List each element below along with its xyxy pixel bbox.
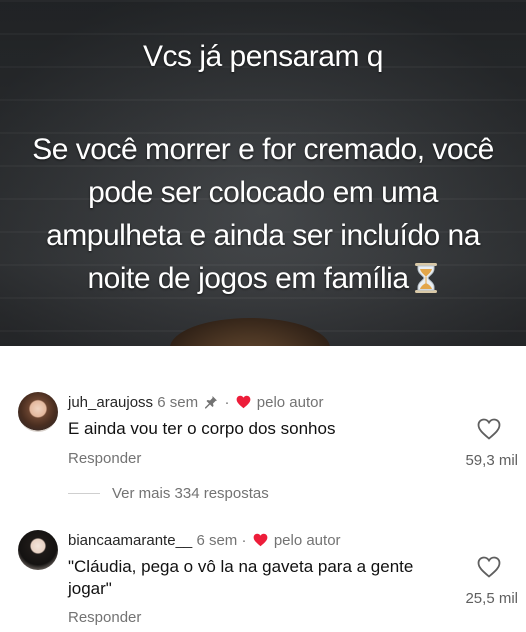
like-count: 25,5 mil <box>465 590 518 607</box>
heart-icon <box>236 395 250 409</box>
meme-title: Vcs já pensaram q <box>143 40 383 73</box>
comment-username[interactable]: biancaamarante__ <box>68 532 192 549</box>
pin-icon <box>205 396 218 409</box>
author-like-label: pelo autor <box>273 532 341 549</box>
avatar[interactable] <box>18 530 58 570</box>
comment-text-line: "Cláudia, pega o vô la na gaveta para a … <box>68 557 414 576</box>
comment-username[interactable]: juh_araujoss <box>68 394 153 411</box>
post-image: Vcs já pensaram q Se você morrer e for c… <box>0 0 526 346</box>
comment-text: "Cláudia, pega o vô la na gaveta para a … <box>68 556 468 600</box>
comment-time: 6 sem <box>196 532 238 549</box>
reply-button[interactable]: Responder <box>68 450 141 467</box>
meme-line: ampulheta e ainda ser incluído na <box>46 219 480 252</box>
meme-body: Se você morrer e for cremado, você pode … <box>0 128 526 300</box>
comment-text: E ainda vou ter o corpo dos sonhos <box>68 419 336 438</box>
meme-line-text: noite de jogos em família <box>87 262 409 295</box>
like-heart-icon[interactable] <box>477 556 501 578</box>
comment-text-line: jogar" <box>68 579 112 598</box>
like-heart-icon[interactable] <box>477 418 501 440</box>
person-hair <box>170 318 330 346</box>
author-like-label: pelo autor <box>256 394 324 411</box>
hourglass-icon <box>414 263 437 293</box>
meme-line: Se você morrer e for cremado, você <box>32 133 494 166</box>
view-more-replies-button[interactable]: Ver mais 334 respostas <box>112 485 269 502</box>
meme-line: pode ser colocado em uma <box>88 176 438 209</box>
avatar[interactable] <box>18 392 58 432</box>
comment-time: 6 sem <box>157 394 199 411</box>
like-count: 59,3 mil <box>465 452 518 469</box>
heart-icon <box>253 533 268 547</box>
meme-line: noite de jogos em família <box>6 257 520 300</box>
reply-button[interactable]: Responder <box>68 609 141 626</box>
replies-divider <box>68 493 100 494</box>
